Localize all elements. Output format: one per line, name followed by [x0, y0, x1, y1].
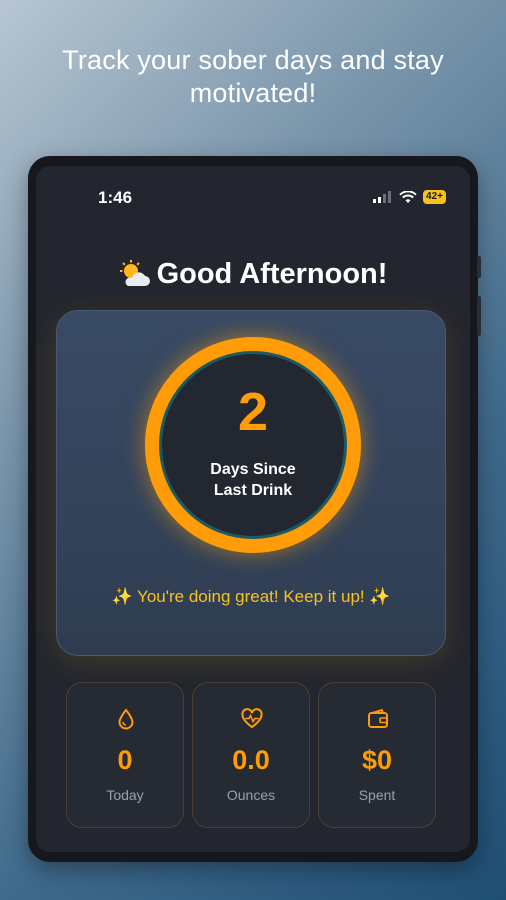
stat-card-today[interactable]: 0 Today [66, 682, 184, 828]
app-screen: 1:46 42+ Good Afternoon! 2 Days Since La… [36, 166, 470, 852]
device-side-button [477, 256, 481, 278]
heart-pulse-icon [241, 708, 263, 729]
drop-icon [118, 708, 134, 730]
status-bar: 1:46 42+ [36, 166, 470, 210]
encouragement-text: ✨ You're doing great! Keep it up! ✨ [111, 587, 391, 606]
promo-headline: Track your sober days and stay motivated… [62, 45, 444, 108]
wifi-icon [399, 190, 417, 203]
days-count: 2 [237, 382, 269, 442]
stat-value-spent: $0 [361, 745, 393, 775]
device-frame: 1:46 42+ Good Afternoon! 2 Days Since La… [28, 156, 481, 862]
stat-value-ounces: 0.0 [232, 745, 270, 775]
status-time: 1:46 [98, 188, 133, 207]
progress-ring: 2 Days Since Last Drink [145, 337, 361, 553]
days-label-text: Days Since Last Drink [210, 461, 296, 499]
stat-label-ounces: Ounces [226, 787, 276, 803]
battery-indicator: 42+ [423, 190, 446, 204]
stat-value-today: 0 [117, 745, 133, 775]
status-icons: 42+ [373, 190, 446, 204]
stat-label-spent: Spent [358, 787, 396, 803]
wallet-icon [368, 708, 388, 728]
stat-card-spent[interactable]: $0 Spent [318, 682, 436, 828]
stat-card-ounces[interactable]: 0.0 Ounces [192, 682, 310, 828]
greeting: Good Afternoon! [36, 258, 470, 291]
device-volume-button [477, 296, 481, 336]
greeting-text: Good Afternoon! [156, 258, 388, 290]
signal-icon [373, 191, 392, 203]
partly-sunny-icon [119, 259, 150, 286]
days-label: Days Since Last Drink [159, 459, 347, 501]
stat-label-today: Today [106, 787, 144, 803]
sober-days-card: 2 Days Since Last Drink ✨ You're doing g… [56, 310, 446, 656]
